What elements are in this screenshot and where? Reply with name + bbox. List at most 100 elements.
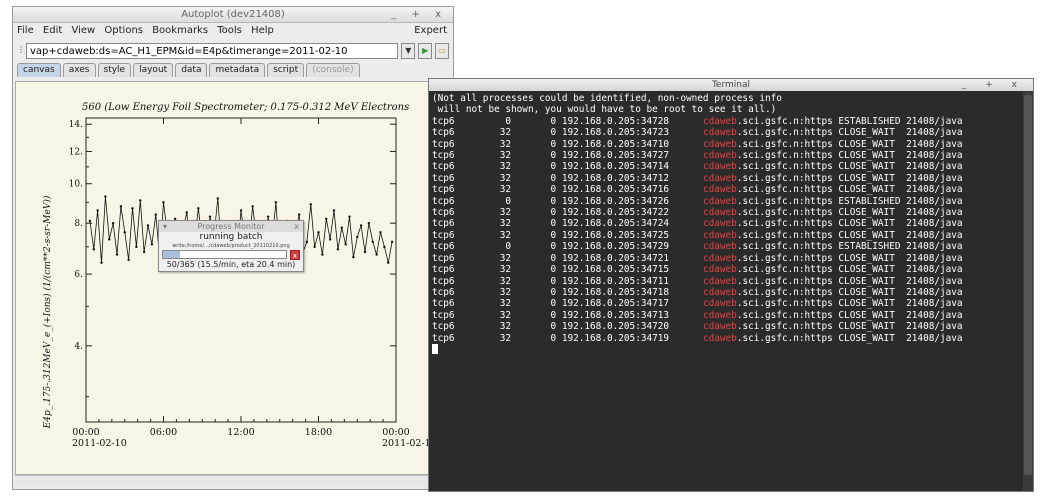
data-point [92,248,95,251]
data-point [336,248,340,251]
y-tick-label: 8. [74,219,83,229]
tab-metadata[interactable]: metadata [209,63,266,77]
terminal-row-prefix: tcp6 32 0 192.168.0.205:34712 [432,172,703,184]
terminal-window-buttons[interactable]: _ + x [962,79,1025,91]
collapse-arrow-icon[interactable]: ▾ [163,221,167,232]
terminal-row-rest: .sci.gsfc.n:https CLOSE_WAIT 21408/java [736,275,963,287]
go-play-icon[interactable]: ▶ [418,43,433,59]
terminal-row-host: cdaweb [702,150,737,162]
autoplot-titlebar[interactable]: Autoplot (dev21408) _ + x [13,7,453,23]
terminal-row-prefix: tcp6 32 0 192.168.0.205:34724 [432,218,703,230]
menu-view[interactable]: View [71,25,95,36]
terminal-row-rest: .sci.gsfc.n:https CLOSE_WAIT 21408/java [736,127,963,139]
autoplot-window-buttons[interactable]: _ + x [391,7,447,23]
progress-close-icon[interactable]: x [294,221,299,232]
data-point [96,209,99,212]
terminal-cursor [432,344,438,355]
open-folder-icon[interactable]: ▭ [435,43,449,59]
data-point [375,253,378,256]
data-point [115,253,119,256]
tab-canvas[interactable]: canvas [17,63,61,77]
terminal-row-prefix: tcp6 0 0 192.168.0.205:34729 [432,241,703,253]
x-ticks: 00:00 06:00 12:00 18:00 00:002011-02-10 2011-… [72,118,431,449]
terminal-row: tcp6 32 0 192.168.0.205:34720 cdaweb.sci… [432,321,1020,332]
terminal-row-prefix: tcp6 32 0 192.168.0.205:34718 [432,286,703,298]
progress-title: Progress Monitor [197,222,265,231]
terminal-row-prefix: tcp6 0 0 192.168.0.205:34726 [432,195,703,207]
data-point [363,250,367,254]
data-point [216,197,219,200]
terminal-output[interactable]: (Not all processes could be identified, … [429,91,1023,491]
data-point [100,261,103,264]
terminal-row: tcp6 0 0 192.168.0.205:34726 cdaweb.sci.… [432,196,1020,207]
terminal-row-host: cdaweb [702,229,737,241]
tab-script[interactable]: script [267,63,305,77]
y-tick-label: 6. [74,270,83,280]
terminal-row-prefix: tcp6 32 0 192.168.0.205:34713 [432,309,703,321]
terminal-row-prefix: tcp6 32 0 192.168.0.205:34711 [432,275,703,287]
data-point [185,211,188,214]
terminal-titlebar[interactable]: Terminal _ + x [429,79,1033,91]
tab-style[interactable]: style [97,63,132,77]
menu-help[interactable]: Help [251,25,274,36]
progress-submessage: write:/home/.../cdaweb/product_20110210.… [172,243,290,249]
data-point [197,207,200,210]
terminal-row-host: cdaweb [702,321,737,333]
terminal-row-rest: .sci.gsfc.n:https CLOSE_WAIT 21408/java [736,298,963,310]
terminal-row-prefix: tcp6 0 0 192.168.0.205:34728 [432,115,703,127]
x-date-label: 2011-02-10 [72,438,127,449]
terminal-row: tcp6 32 0 192.168.0.205:34721 cdaweb.sci… [432,253,1020,264]
plot-canvas[interactable]: 560 (Low Energy Foil Spectrometer; 0.175… [15,81,451,475]
data-point [379,231,382,234]
tab-data[interactable]: data [175,63,208,77]
terminal-row: tcp6 32 0 192.168.0.205:34719 cdaweb.sci… [432,333,1020,344]
tab-axes[interactable]: axes [62,63,96,77]
terminal-row-rest: .sci.gsfc.n:https CLOSE_WAIT 21408/java [736,172,963,184]
data-point [359,224,363,227]
menu-bookmarks[interactable]: Bookmarks [152,25,208,36]
data-point [297,213,301,216]
data-point [108,238,111,241]
x-tick-label: 00:00 [72,427,99,438]
data-point [332,209,336,212]
terminal-row-host: cdaweb [702,184,737,196]
terminal-row: tcp6 32 0 192.168.0.205:34722 cdaweb.sci… [432,207,1020,218]
terminal-scrollbar-thumb[interactable] [1024,95,1032,475]
menu-options[interactable]: Options [104,25,143,36]
menu-edit[interactable]: Edit [43,25,62,36]
data-point [208,215,212,218]
terminal-row-rest: .sci.gsfc.n:https CLOSE_WAIT 21408/java [736,252,963,264]
data-point [305,240,309,244]
data-point [135,245,138,249]
terminal-row-host: cdaweb [702,218,737,230]
data-point [344,243,347,246]
tab-console[interactable]: (console) [306,63,360,77]
progress-message: running batch [199,232,263,242]
data-point [239,209,243,212]
progress-titlebar[interactable]: ▾ Progress Monitor x [159,221,303,232]
tab-layout[interactable]: layout [133,63,174,77]
y-tick-label: 4. [74,342,83,352]
terminal-row-prefix: tcp6 32 0 192.168.0.205:34714 [432,161,703,173]
plot-svg: 560 (Low Energy Foil Spectrometer; 0.175… [42,102,431,449]
url-dropdown-icon[interactable]: ▼ [401,43,416,59]
terminal-header-line: will not be shown, you would have to be … [432,104,777,116]
terminal-header-line: (Not all processes could be identified, … [432,93,782,104]
data-point [119,205,123,208]
menu-file[interactable]: File [17,25,34,36]
y-tick-label: 12. [69,147,83,157]
menu-tools[interactable]: Tools [217,25,242,36]
data-point [367,221,371,225]
terminal-scrollbar[interactable] [1023,91,1033,491]
status-bar [15,475,451,487]
terminal-row-host: cdaweb [702,138,737,150]
grip-icon: ⋮ [17,45,25,54]
url-input[interactable] [26,43,399,59]
data-point [150,243,154,246]
terminal-row-rest: .sci.gsfc.n:https CLOSE_WAIT 21408/java [736,309,963,321]
expert-toggle[interactable]: Expert [414,23,447,39]
terminal-row: tcp6 32 0 192.168.0.205:34724 cdaweb.sci… [432,218,1020,229]
cancel-icon[interactable]: x [290,249,300,260]
terminal-row-rest: .sci.gsfc.n:https CLOSE_WAIT 21408/java [736,161,963,173]
data-point [317,231,320,234]
